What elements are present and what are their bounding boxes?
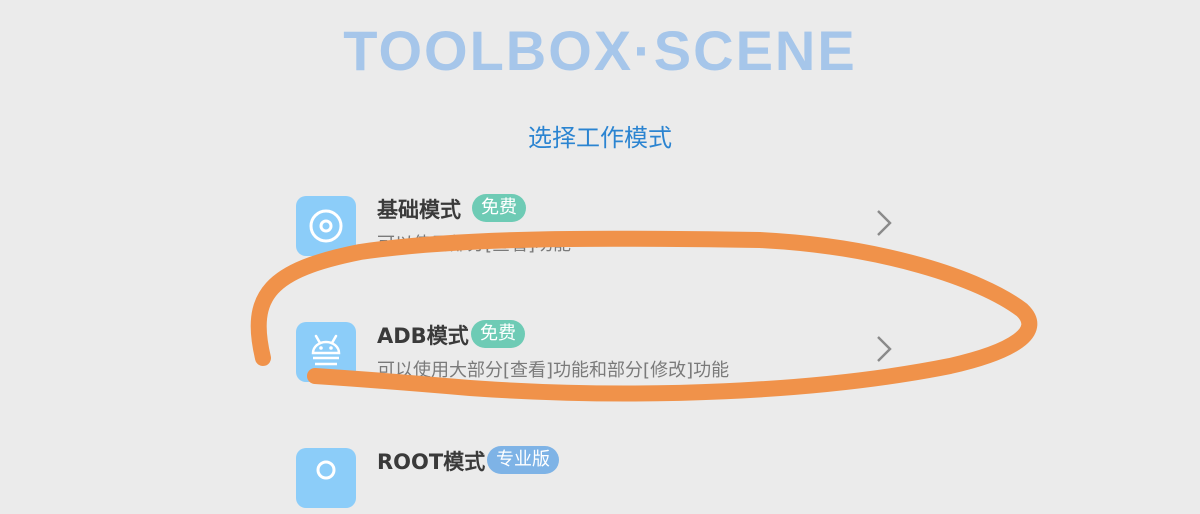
mode-item-basic[interactable]: 基础模式 免费 可以使用部分[查看]功能 [290,192,910,262]
disc-icon [296,196,356,256]
mode-description: 可以使用大部分[查看]功能和部分[修改]功能 [377,360,730,381]
pro-badge: 专业版 [487,446,559,474]
mode-item-root[interactable]: ROOT模式 专业版 [290,444,910,514]
mode-name: ROOT模式 [377,450,486,474]
mode-name: 基础模式 [377,198,461,222]
mode-name: ADB模式 [377,324,469,348]
free-badge: 免费 [472,194,526,222]
app-title: TOOLBOX·SCENE [343,19,857,82]
free-badge: 免费 [471,320,525,348]
root-icon [296,448,356,508]
mode-item-adb[interactable]: ADB模式 免费 可以使用大部分[查看]功能和部分[修改]功能 [290,318,910,388]
mode-description: 可以使用部分[查看]功能 [377,234,572,255]
section-title: 选择工作模式 [528,124,672,152]
chevron-right-icon [877,210,892,236]
android-icon [296,322,356,382]
chevron-right-icon [877,336,892,362]
